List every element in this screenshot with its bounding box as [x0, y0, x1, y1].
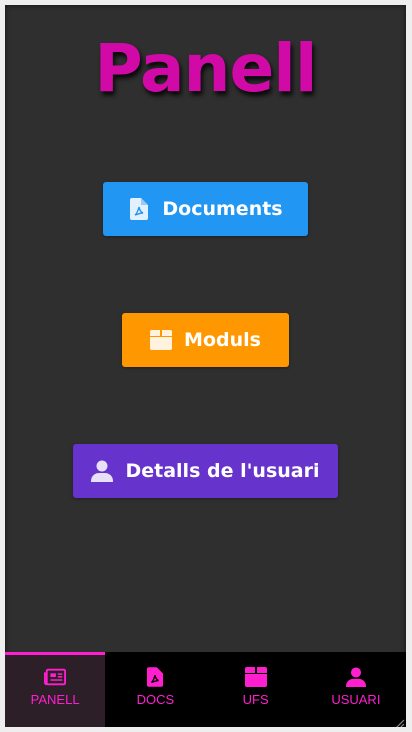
nav-item-panell[interactable]: PANELL [5, 652, 106, 727]
bottom-navigation: PANELL DOCS UFS USUARI [5, 652, 406, 727]
nav-item-label: UFS [242, 692, 269, 707]
user-details-button-label: Detalls de l'usuari [125, 460, 320, 482]
documents-button-label: Documents [162, 198, 283, 220]
file-pdf-icon [144, 666, 166, 688]
nav-item-label: USUARI [331, 692, 381, 707]
resize-grip-icon[interactable] [393, 714, 405, 727]
nav-item-label: DOCS [136, 692, 175, 707]
modules-button[interactable]: Moduls [122, 313, 289, 367]
nav-item-label: PANELL [30, 692, 80, 707]
file-pdf-icon [128, 198, 150, 220]
app-screen: Panell Documents Moduls Detalls de l'usu… [5, 5, 406, 727]
modules-button-label: Moduls [184, 329, 261, 351]
nav-item-docs[interactable]: DOCS [105, 652, 205, 727]
newspaper-icon [44, 666, 67, 688]
documents-button[interactable]: Documents [103, 182, 308, 236]
user-icon [345, 666, 367, 688]
user-details-button[interactable]: Detalls de l'usuari [73, 444, 338, 498]
box-icon [150, 329, 173, 351]
box-icon [244, 666, 267, 688]
nav-item-usuari[interactable]: USUARI [306, 652, 406, 727]
page-title: Panell [94, 30, 317, 107]
user-icon [91, 460, 114, 482]
nav-item-ufs[interactable]: UFS [206, 652, 306, 727]
